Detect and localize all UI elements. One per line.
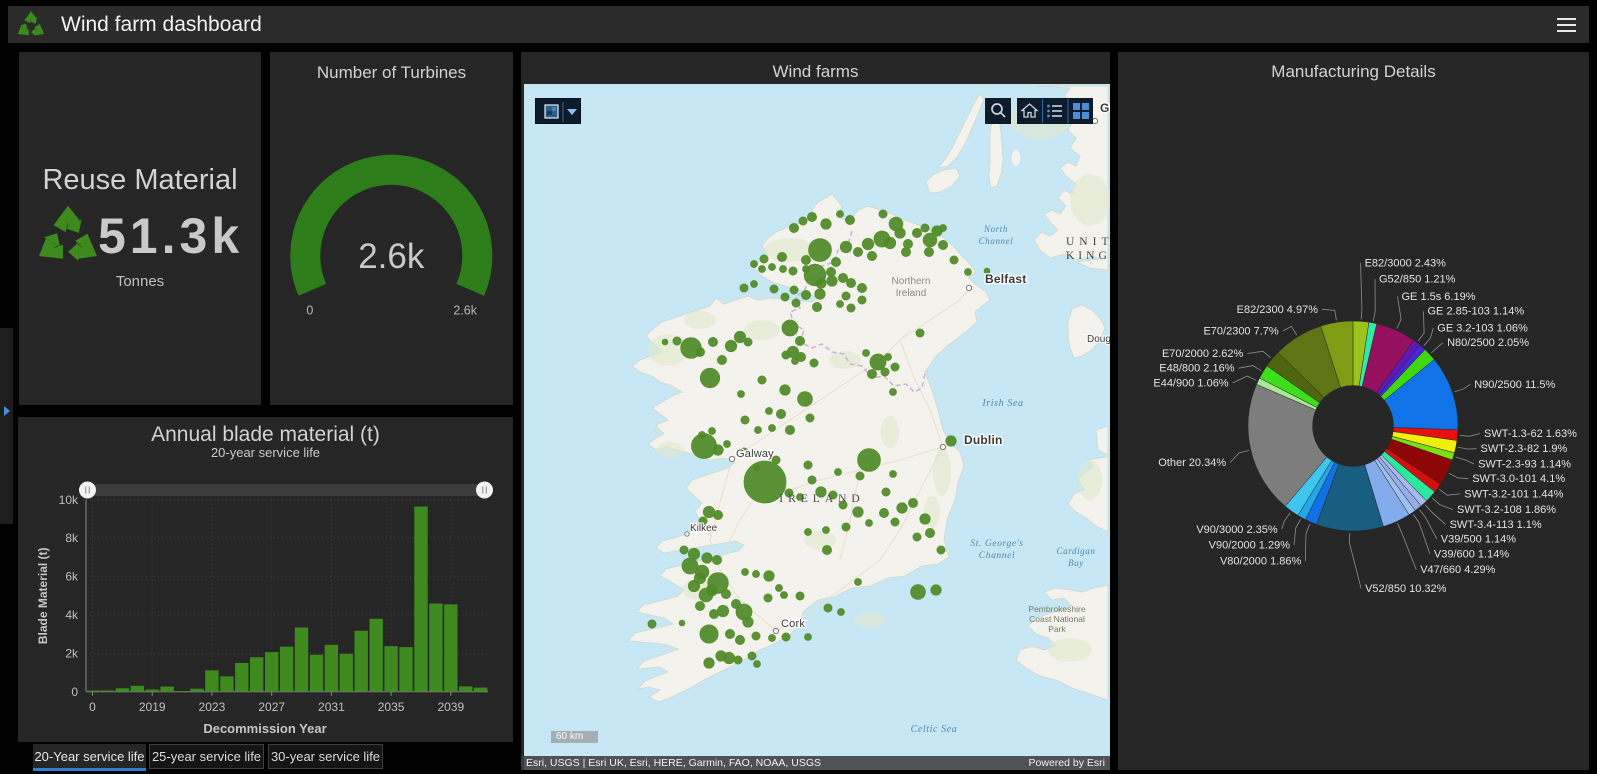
svg-text:E82/3000 2.43%: E82/3000 2.43% bbox=[1365, 258, 1447, 270]
svg-text:G52/850 1.21%: G52/850 1.21% bbox=[1379, 274, 1456, 286]
svg-text:V90/3000 2.35%: V90/3000 2.35% bbox=[1196, 524, 1278, 536]
svg-text:V39/500 1.14%: V39/500 1.14% bbox=[1441, 534, 1516, 546]
svg-text:E82/2300 4.97%: E82/2300 4.97% bbox=[1237, 304, 1319, 316]
svg-text:E48/800 2.16%: E48/800 2.16% bbox=[1159, 363, 1234, 375]
svg-text:N80/2500 2.05%: N80/2500 2.05% bbox=[1447, 337, 1529, 349]
svg-text:SWT-3.2-108 1.86%: SWT-3.2-108 1.86% bbox=[1457, 504, 1556, 516]
svg-text:SWT-2.3-82 1.9%: SWT-2.3-82 1.9% bbox=[1481, 443, 1568, 455]
svg-text:Other 20.34%: Other 20.34% bbox=[1158, 457, 1226, 469]
svg-text:V52/850 10.32%: V52/850 10.32% bbox=[1365, 583, 1447, 595]
svg-text:E70/2000 2.62%: E70/2000 2.62% bbox=[1162, 348, 1244, 360]
svg-text:SWT-1.3-62 1.63%: SWT-1.3-62 1.63% bbox=[1484, 428, 1577, 440]
svg-text:SWT-3.0-101 4.1%: SWT-3.0-101 4.1% bbox=[1472, 473, 1565, 485]
svg-text:V80/2000 1.86%: V80/2000 1.86% bbox=[1220, 556, 1302, 568]
svg-text:SWT-3.2-101 1.44%: SWT-3.2-101 1.44% bbox=[1464, 488, 1563, 500]
svg-text:V90/2000 1.29%: V90/2000 1.29% bbox=[1209, 540, 1291, 552]
svg-text:GE 3.2-103 1.06%: GE 3.2-103 1.06% bbox=[1437, 322, 1528, 334]
svg-text:E70/2300 7.7%: E70/2300 7.7% bbox=[1203, 325, 1278, 337]
svg-text:GE 2.85-103 1.14%: GE 2.85-103 1.14% bbox=[1428, 306, 1525, 318]
svg-text:SWT-3.4-113 1.1%: SWT-3.4-113 1.1% bbox=[1450, 519, 1542, 531]
svg-text:E44/900 1.06%: E44/900 1.06% bbox=[1153, 377, 1228, 389]
svg-text:N90/2500 11.5%: N90/2500 11.5% bbox=[1474, 379, 1555, 391]
svg-text:GE 1.5s 6.19%: GE 1.5s 6.19% bbox=[1402, 291, 1476, 303]
svg-text:V39/600 1.14%: V39/600 1.14% bbox=[1434, 548, 1509, 560]
svg-text:SWT-2.3-93 1.14%: SWT-2.3-93 1.14% bbox=[1478, 459, 1571, 471]
svg-text:V47/660 4.29%: V47/660 4.29% bbox=[1420, 564, 1495, 576]
